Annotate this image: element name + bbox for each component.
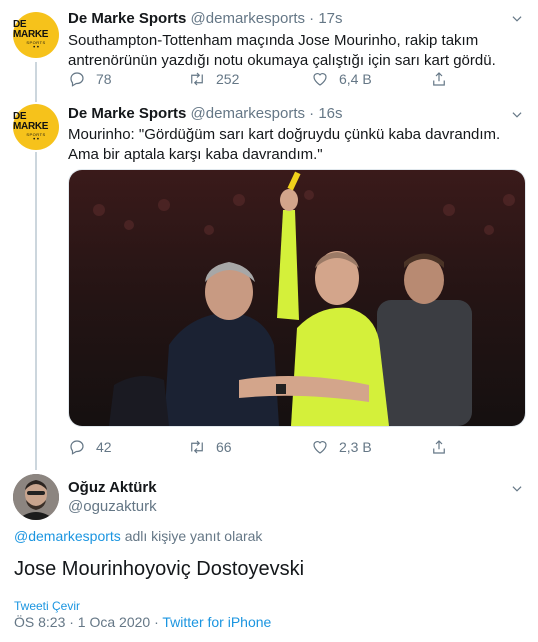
main-tweet-text: Jose Mourinhoyoviç Dostoyevski: [14, 558, 305, 580]
reply-count: 42: [96, 439, 112, 455]
share-button[interactable]: [430, 438, 458, 456]
tweet-text: Southampton-Tottenham maçında Jose Mouri…: [68, 32, 496, 69]
author-avatar[interactable]: [13, 474, 59, 520]
author-handle[interactable]: @demarkesports: [191, 10, 305, 27]
retweet-button[interactable]: 252: [188, 70, 239, 88]
tweet-actions: 42 66 2,3 B: [68, 438, 518, 458]
logo-line1: DE MARKE: [13, 18, 49, 40]
retweet-count: 66: [216, 439, 232, 455]
share-icon: [433, 72, 445, 86]
tweet-meta: ÖS 8:23 · 1 Oca 2020 · Twitter for iPhon…: [14, 614, 271, 630]
separator: ·: [309, 10, 315, 27]
reply-mention-link[interactable]: @demarkesports: [14, 528, 121, 544]
chevron-down-icon[interactable]: [510, 108, 524, 122]
tweet-time[interactable]: 16s: [318, 105, 342, 122]
chevron-down-icon[interactable]: [510, 482, 524, 496]
retweet-button[interactable]: 66: [188, 438, 232, 456]
separator: ·: [309, 105, 315, 122]
chevron-down-icon[interactable]: [510, 12, 524, 26]
logo-line1: DE MARKE: [13, 110, 49, 132]
tweet-header: De Marke Sports @demarkesports · 17s: [68, 10, 343, 27]
translate-tweet-link[interactable]: Tweeti Çevir: [14, 599, 80, 613]
reply-icon: [70, 440, 84, 455]
author-handle[interactable]: @demarkesports: [191, 105, 305, 122]
like-button[interactable]: 2,3 B: [311, 438, 372, 456]
replying-to: @demarkesports adlı kişiye yanıt olarak: [14, 528, 262, 544]
author-avatar[interactable]: DE MARKE SPORTS • •: [13, 104, 59, 150]
referee-photo: [69, 170, 525, 426]
main-author-handle[interactable]: @oguzakturk: [68, 498, 157, 515]
tweet-time[interactable]: 17s: [318, 10, 342, 27]
tweet-photo[interactable]: [68, 169, 526, 427]
retweet-count: 252: [216, 71, 240, 87]
logo-dots: • •: [33, 136, 39, 143]
like-button[interactable]: 6,4 B: [311, 70, 372, 88]
like-icon: [313, 441, 327, 454]
like-icon: [313, 73, 327, 86]
reply-button[interactable]: 42: [68, 438, 112, 456]
timestamp[interactable]: ÖS 8:23 · 1 Oca 2020 ·: [14, 614, 162, 630]
share-icon: [433, 440, 445, 454]
tweet-actions: 78 252 6,4 B: [68, 70, 518, 90]
like-count: 2,3 B: [339, 439, 372, 455]
main-author-name[interactable]: Oğuz Aktürk: [68, 479, 157, 496]
tweet-1[interactable]: DE MARKE SPORTS • • De Marke Sports @dem…: [0, 0, 538, 96]
author-name[interactable]: De Marke Sports: [68, 105, 186, 122]
retweet-icon: [191, 440, 203, 454]
retweet-icon: [191, 72, 203, 86]
reply-suffix: adlı kişiye yanıt olarak: [120, 528, 263, 544]
tweet-text: Mourinho: "Gördüğüm sarı kart doğruydu ç…: [68, 126, 501, 163]
reply-icon: [70, 72, 84, 87]
logo-dots: • •: [33, 44, 39, 51]
reply-button[interactable]: 78: [68, 70, 112, 88]
like-count: 6,4 B: [339, 71, 372, 87]
reply-count: 78: [96, 71, 112, 87]
client-link[interactable]: Twitter for iPhone: [162, 614, 271, 630]
profile-photo: [13, 474, 59, 520]
share-button[interactable]: [430, 70, 458, 88]
tweet-header: De Marke Sports @demarkesports · 16s: [68, 105, 343, 122]
author-name[interactable]: De Marke Sports: [68, 10, 186, 27]
author-avatar[interactable]: DE MARKE SPORTS • •: [13, 12, 59, 58]
